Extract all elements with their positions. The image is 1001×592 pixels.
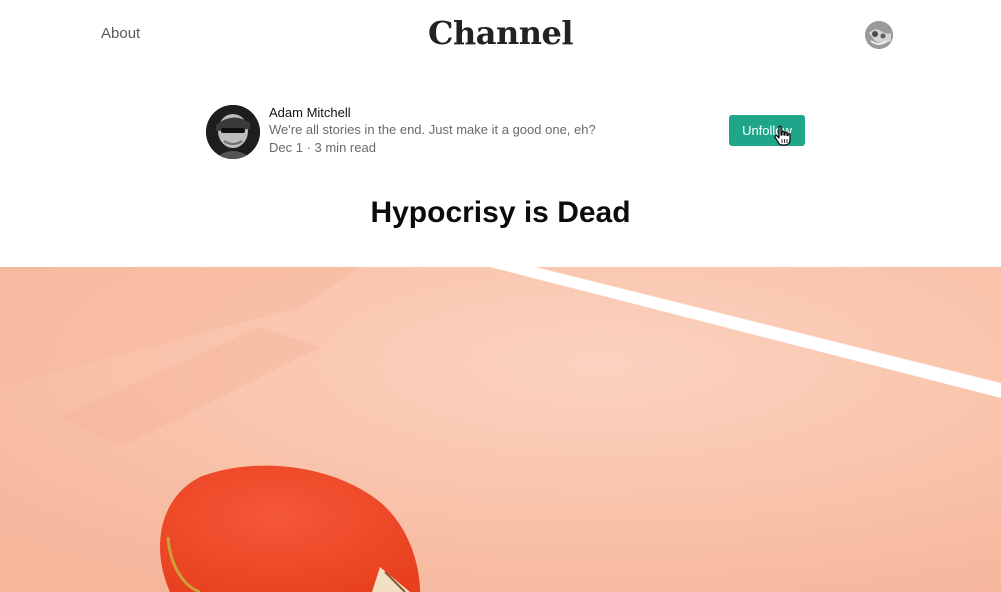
page: About Channel Adam Mitchell We're all st…	[0, 0, 1001, 592]
post-meta: Dec 1 · 3 min read	[269, 140, 376, 155]
author-bio: We're all stories in the end. Just make …	[269, 122, 596, 137]
article-title: Hypocrisy is Dead	[370, 196, 631, 229]
author-avatar[interactable]	[206, 105, 260, 159]
author-photo	[206, 105, 260, 159]
brand-logo[interactable]: Channel	[0, 14, 1001, 52]
user-avatar-icon[interactable]	[865, 21, 893, 49]
hero-image	[0, 267, 1001, 592]
author-block: Adam Mitchell We're all stories in the e…	[206, 105, 806, 161]
top-navigation: About Channel	[0, 0, 1001, 72]
author-name[interactable]: Adam Mitchell	[269, 105, 351, 120]
avatar-image	[865, 21, 893, 49]
unfollow-button[interactable]: Unfollow	[729, 115, 805, 146]
ping-pong-illustration	[0, 267, 1001, 592]
